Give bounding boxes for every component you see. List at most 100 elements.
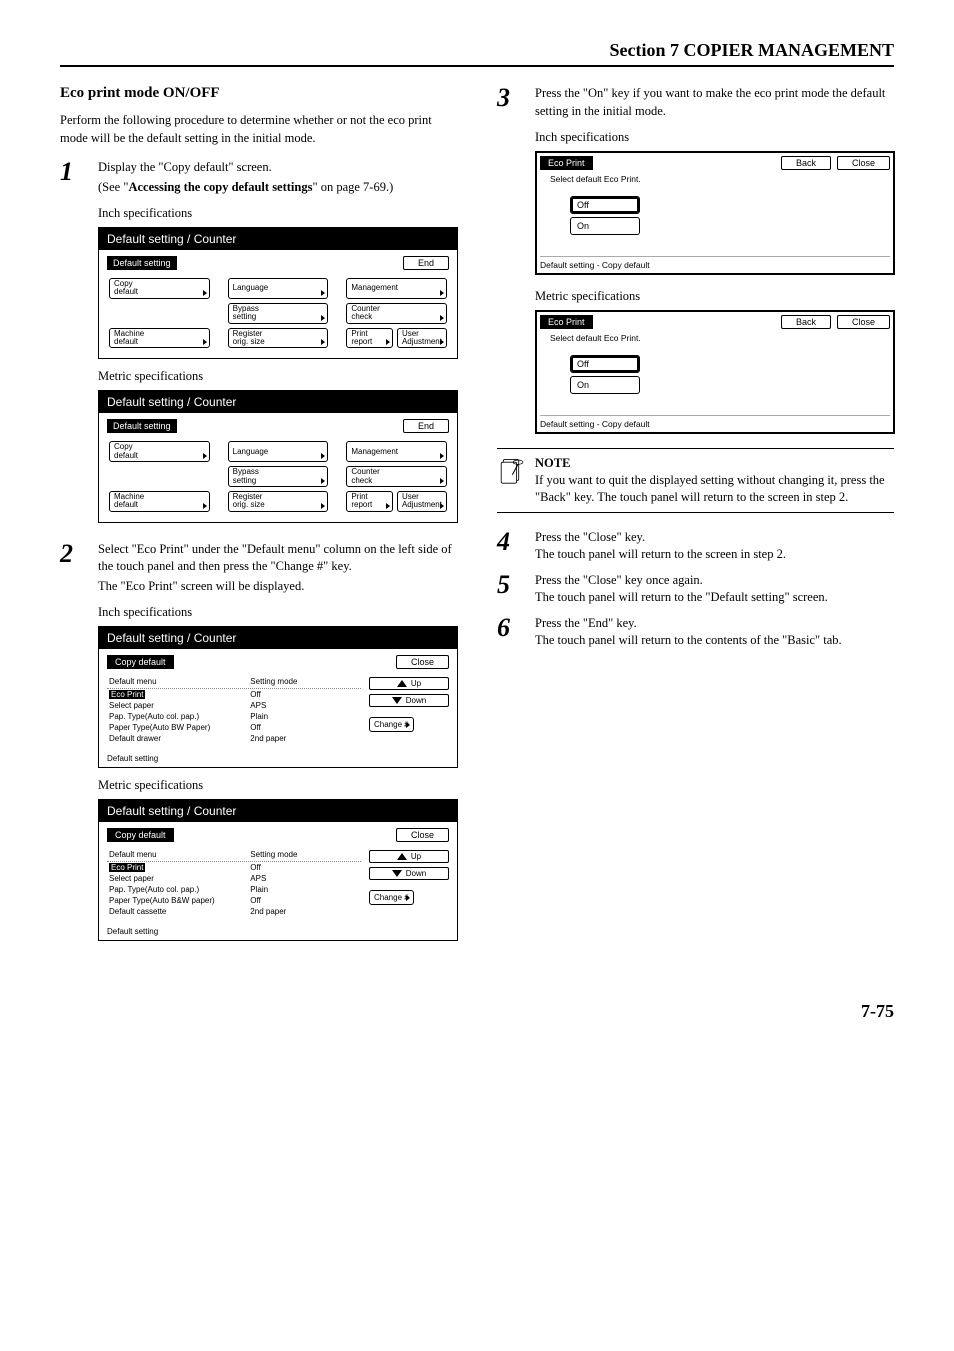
- panel-footer: Default setting - Copy default: [540, 415, 890, 429]
- up-button[interactable]: Up: [369, 677, 449, 690]
- user-adjustment-button[interactable]: UserAdjustment: [397, 491, 447, 512]
- end-button[interactable]: End: [403, 256, 449, 270]
- list-item-mode: Plain: [250, 885, 359, 894]
- list-item[interactable]: Eco PrintOff: [107, 862, 361, 873]
- step-2: 2 Select "Eco Print" under the "Default …: [60, 541, 457, 596]
- step-number: 5: [497, 572, 521, 607]
- tab-eco-print[interactable]: Eco Print: [540, 315, 593, 329]
- default-setting-panel-inch: Default setting / Counter Default settin…: [98, 227, 458, 359]
- copy-default-button[interactable]: Copydefault: [109, 278, 210, 299]
- triangle-up-icon: [397, 680, 407, 687]
- bypass-setting-button[interactable]: Bypasssetting: [228, 303, 329, 324]
- tab-copy-default[interactable]: Copy default: [107, 828, 174, 842]
- copy-default-button[interactable]: Copydefault: [109, 441, 210, 462]
- topic-title: Eco print mode ON/OFF: [60, 85, 457, 102]
- list-item-mode: 2nd paper: [250, 907, 359, 916]
- management-button[interactable]: Management: [346, 441, 447, 462]
- tab-default-setting[interactable]: Default setting: [107, 419, 177, 433]
- language-button[interactable]: Language: [228, 278, 329, 299]
- list-item-mode: Off: [250, 723, 359, 732]
- on-option[interactable]: On: [570, 217, 640, 235]
- list-item-menu: Paper Type(Auto B&W paper): [109, 896, 215, 905]
- end-button[interactable]: End: [403, 419, 449, 433]
- step1-ref: (See "Accessing the copy default setting…: [98, 179, 457, 197]
- step4-text2: The touch panel will return to the scree…: [535, 546, 894, 564]
- list-item[interactable]: Select paper APS: [107, 700, 361, 711]
- list-item-mode: Off: [250, 863, 359, 872]
- register-orig-size-button[interactable]: Registerorig. size: [228, 328, 329, 349]
- step2-text1: Select "Eco Print" under the "Default me…: [98, 541, 457, 576]
- counter-check-button[interactable]: Countercheck: [346, 303, 447, 324]
- col-setting-mode: Setting mode: [250, 850, 359, 859]
- section-header: Section 7 COPIER MANAGEMENT: [60, 40, 894, 67]
- eco-print-message: Select default Eco Print.: [540, 331, 890, 349]
- change-button[interactable]: Change #: [369, 890, 414, 905]
- down-button[interactable]: Down: [369, 867, 449, 880]
- tab-default-setting[interactable]: Default setting: [107, 256, 177, 270]
- step-1: 1 Display the "Copy default" screen. (Se…: [60, 159, 457, 196]
- list-item[interactable]: Paper Type(Auto B&W paper)Off: [107, 895, 361, 906]
- machine-default-button[interactable]: Machinedefault: [109, 328, 210, 349]
- bypass-setting-button[interactable]: Bypasssetting: [228, 466, 329, 487]
- metric-label: Metric specifications: [535, 289, 894, 304]
- on-option[interactable]: On: [570, 376, 640, 394]
- print-report-button[interactable]: Printreport: [346, 491, 393, 512]
- step3-text: Press the "On" key if you want to make t…: [535, 85, 894, 120]
- list-item[interactable]: Paper Type(Auto BW Paper)Off: [107, 722, 361, 733]
- list-item-mode: APS: [250, 701, 359, 710]
- inch-label: Inch specifications: [98, 605, 457, 620]
- step5-text2: The touch panel will return to the "Defa…: [535, 589, 894, 607]
- close-button[interactable]: Close: [396, 655, 449, 669]
- close-button[interactable]: Close: [837, 315, 890, 329]
- list-item-mode: 2nd paper: [250, 734, 359, 743]
- management-button[interactable]: Management: [346, 278, 447, 299]
- list-item-menu: Eco Print: [109, 690, 145, 699]
- down-button[interactable]: Down: [369, 694, 449, 707]
- panel-title: Default setting / Counter: [99, 228, 457, 250]
- list-item[interactable]: Select paperAPS: [107, 873, 361, 884]
- step-3: 3 Press the "On" key if you want to make…: [497, 85, 894, 120]
- step2-text2: The "Eco Print" screen will be displayed…: [98, 578, 457, 596]
- close-button[interactable]: Close: [837, 156, 890, 170]
- eco-print-panel-inch: Eco Print Back Close Select default Eco …: [535, 151, 895, 275]
- register-orig-size-button[interactable]: Registerorig. size: [228, 491, 329, 512]
- eco-print-message: Select default Eco Print.: [540, 172, 890, 190]
- step5-text1: Press the "Close" key once again.: [535, 572, 894, 590]
- user-adjustment-button[interactable]: UserAdjustment: [397, 328, 447, 349]
- step-5: 5 Press the "Close" key once again. The …: [497, 572, 894, 607]
- list-item-menu: Select paper: [109, 874, 154, 883]
- default-setting-panel-metric: Default setting / Counter Default settin…: [98, 390, 458, 522]
- back-button[interactable]: Back: [781, 315, 831, 329]
- back-button[interactable]: Back: [781, 156, 831, 170]
- inch-label: Inch specifications: [98, 206, 457, 221]
- tab-copy-default[interactable]: Copy default: [107, 655, 174, 669]
- note-title: NOTE: [535, 456, 570, 470]
- print-report-button[interactable]: Printreport: [346, 328, 393, 349]
- copy-default-panel-inch: Default setting / Counter Copy default C…: [98, 626, 458, 768]
- copy-default-panel-metric: Default setting / Counter Copy default C…: [98, 799, 458, 941]
- list-item[interactable]: Default drawer2nd paper: [107, 733, 361, 744]
- left-column: Eco print mode ON/OFF Perform the follow…: [60, 85, 457, 941]
- up-button[interactable]: Up: [369, 850, 449, 863]
- note-text: If you want to quit the displayed settin…: [535, 473, 885, 504]
- list-item[interactable]: Default cassette2nd paper: [107, 906, 361, 917]
- list-item[interactable]: Eco PrintOff: [107, 689, 361, 700]
- step4-text1: Press the "Close" key.: [535, 529, 894, 547]
- triangle-down-icon: [392, 697, 402, 704]
- list-item[interactable]: Pap. Type(Auto col. pap.) Plain: [107, 884, 361, 895]
- list-item[interactable]: Pap. Type(Auto col. pap.)Plain: [107, 711, 361, 722]
- machine-default-button[interactable]: Machinedefault: [109, 491, 210, 512]
- list-item-menu: Select paper: [109, 701, 154, 710]
- counter-check-button[interactable]: Countercheck: [346, 466, 447, 487]
- step-number: 6: [497, 615, 521, 650]
- language-button[interactable]: Language: [228, 441, 329, 462]
- tab-eco-print[interactable]: Eco Print: [540, 156, 593, 170]
- col-default-menu: Default menu: [109, 850, 250, 859]
- off-option[interactable]: Off: [570, 355, 640, 373]
- change-button[interactable]: Change #: [369, 717, 414, 732]
- close-button[interactable]: Close: [396, 828, 449, 842]
- off-option[interactable]: Off: [570, 196, 640, 214]
- step-number: 3: [497, 85, 521, 120]
- step6-text1: Press the "End" key.: [535, 615, 894, 633]
- list-item-menu: Pap. Type(Auto col. pap.): [109, 885, 199, 894]
